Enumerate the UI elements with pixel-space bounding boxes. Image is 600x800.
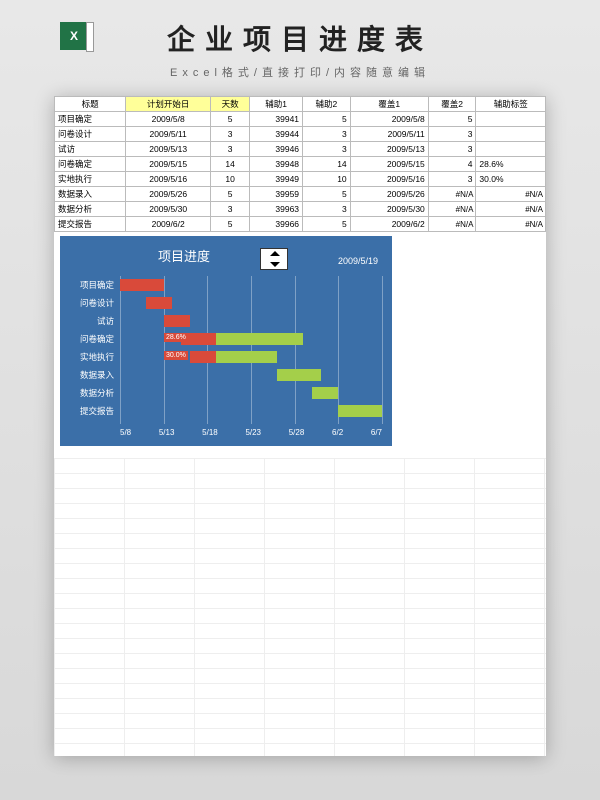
col-c2[interactable]: 覆盖2	[428, 97, 476, 112]
bar-percent-label: 28.6%	[164, 333, 188, 342]
chart-x-labels: 5/8 5/13 5/18 5/23 5/28 6/2 6/7	[120, 428, 382, 442]
page-subtitle: Excel格式/直接打印/内容随意编辑	[0, 64, 600, 80]
chart-y-label: 试访	[60, 312, 118, 330]
col-start[interactable]: 计划开始日	[126, 97, 211, 112]
col-tag[interactable]: 辅助标签	[476, 97, 546, 112]
col-title[interactable]: 标题	[55, 97, 126, 112]
gantt-bar	[164, 315, 190, 327]
table-row[interactable]: 试访2009/5/1333994632009/5/133	[55, 142, 546, 157]
chart-current-date: 2009/5/19	[338, 256, 378, 266]
col-c1[interactable]: 覆盖1	[350, 97, 428, 112]
table-row[interactable]: 实地执行2009/5/161039949102009/5/16330.0%	[55, 172, 546, 187]
table-row[interactable]: 项目确定2009/5/853994152009/5/85	[55, 112, 546, 127]
gantt-chart: 项目进度 2009/5/19 项目确定问卷设计试访问卷确定实地执行数据录入数据分…	[60, 236, 392, 446]
chart-y-label: 问卷确定	[60, 330, 118, 348]
chart-x-label: 6/7	[371, 428, 382, 442]
chart-y-label: 项目确定	[60, 276, 118, 294]
gantt-bar	[277, 369, 321, 381]
table-row[interactable]: 问卷设计2009/5/1133994432009/5/113	[55, 127, 546, 142]
table-row[interactable]: 问卷确定2009/5/151439948142009/5/15428.6%	[55, 157, 546, 172]
col-a2[interactable]: 辅助2	[303, 97, 351, 112]
empty-grid[interactable]	[54, 458, 546, 756]
chart-y-label: 数据分析	[60, 384, 118, 402]
gantt-bar	[216, 351, 277, 363]
chart-x-label: 5/18	[202, 428, 218, 442]
col-a1[interactable]: 辅助1	[250, 97, 303, 112]
gantt-bar	[216, 333, 303, 345]
chart-x-label: 5/13	[159, 428, 175, 442]
excel-icon: X	[60, 22, 88, 50]
chart-x-label: 5/28	[289, 428, 305, 442]
chart-y-labels: 项目确定问卷设计试访问卷确定实地执行数据录入数据分析提交报告	[60, 276, 118, 424]
chart-y-label: 数据录入	[60, 366, 118, 384]
table-row[interactable]: 数据分析2009/5/3033996332009/5/30#N/A#N/A	[55, 202, 546, 217]
col-days[interactable]: 天数	[210, 97, 249, 112]
chart-y-label: 实地执行	[60, 348, 118, 366]
gantt-bar	[312, 387, 338, 399]
gantt-bar	[120, 279, 164, 291]
chart-y-label: 提交报告	[60, 402, 118, 420]
table-row[interactable]: 数据录入2009/5/2653995952009/5/26#N/A#N/A	[55, 187, 546, 202]
table-row[interactable]: 提交报告2009/6/253996652009/6/2#N/A#N/A	[55, 217, 546, 232]
chart-title: 项目进度	[158, 246, 210, 265]
chart-y-label: 问卷设计	[60, 294, 118, 312]
chart-plot-area: 28.6% 30.0%	[120, 276, 382, 424]
gantt-bar	[338, 405, 382, 417]
gantt-bar	[190, 351, 216, 363]
bar-percent-label: 30.0%	[164, 351, 188, 360]
data-table[interactable]: 标题 计划开始日 天数 辅助1 辅助2 覆盖1 覆盖2 辅助标签 项目确定200…	[54, 96, 546, 232]
chart-x-label: 5/8	[120, 428, 131, 442]
spreadsheet[interactable]: 标题 计划开始日 天数 辅助1 辅助2 覆盖1 覆盖2 辅助标签 项目确定200…	[54, 96, 546, 756]
date-spinner[interactable]	[260, 248, 288, 270]
gantt-bar	[146, 297, 172, 309]
chart-x-label: 6/2	[332, 428, 343, 442]
chart-x-label: 5/23	[245, 428, 261, 442]
